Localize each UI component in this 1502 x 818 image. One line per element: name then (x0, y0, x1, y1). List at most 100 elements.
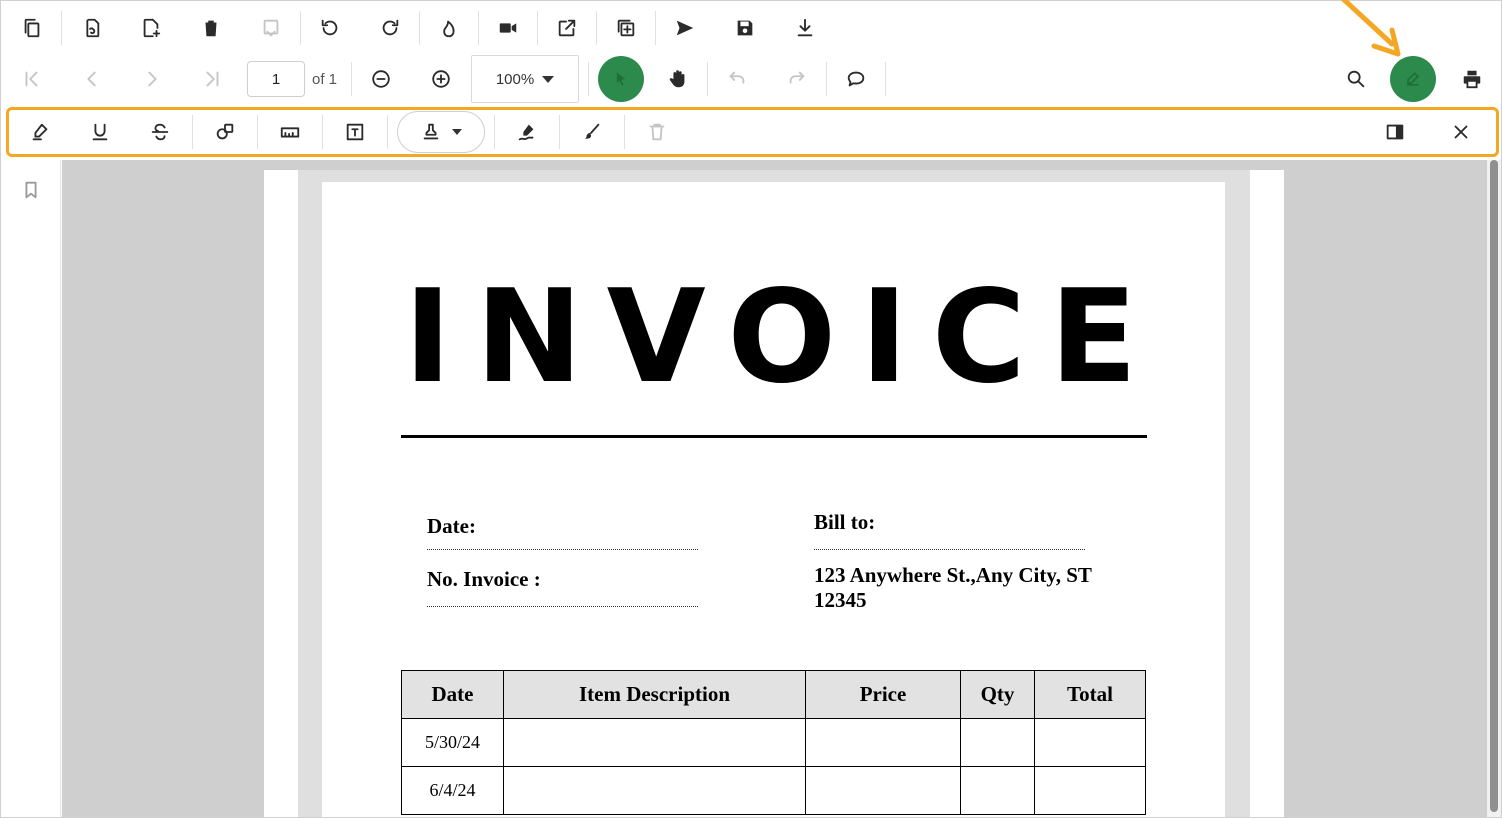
strikethrough-icon (151, 123, 169, 141)
bookmark-button[interactable] (13, 172, 49, 208)
current-page-input[interactable] (247, 61, 305, 97)
bill-to-label: Bill to: (814, 510, 876, 534)
invoice-number-line (427, 606, 698, 607)
annotation-panel-toggle[interactable] (1372, 112, 1418, 152)
flame-icon (443, 20, 455, 38)
last-page-icon (206, 71, 219, 87)
zoom-in-icon (432, 70, 450, 88)
trash-icon (204, 20, 218, 37)
rotate-left-button[interactable] (310, 8, 350, 48)
measure-button[interactable] (267, 112, 313, 152)
date-line (427, 549, 698, 550)
highlight-button[interactable] (17, 112, 63, 152)
underline-icon (92, 123, 108, 141)
shapes-button[interactable] (202, 112, 248, 152)
add-page-icon (143, 18, 161, 38)
insert-page-button[interactable] (131, 8, 171, 48)
table-cell (805, 718, 961, 767)
search-icon (1347, 70, 1365, 88)
underline-button[interactable] (77, 112, 123, 152)
invoice-title: INVOICE (403, 263, 1162, 412)
chevron-down-icon (452, 129, 462, 135)
edit-annotation-icon (1407, 71, 1420, 86)
address-line-1: 123 Anywhere St.,Any City, ST (814, 563, 1092, 587)
link-page-icon (86, 18, 100, 38)
chevron-right-icon (148, 71, 157, 87)
download-button[interactable] (785, 8, 825, 48)
send-button[interactable] (665, 8, 705, 48)
brush-icon (584, 123, 600, 139)
download-icon (797, 18, 813, 37)
last-page-button[interactable] (192, 59, 232, 99)
rotate-cw-icon (382, 19, 399, 36)
comment-button[interactable] (836, 59, 876, 99)
page-link-button[interactable] (71, 8, 111, 48)
table-cell (503, 766, 806, 815)
document-viewport[interactable]: INVOICE Date: No. Invoice : Bill to: 123… (62, 160, 1487, 817)
table-row: 6/4/24 (401, 766, 1146, 815)
copy-pages-button[interactable] (12, 8, 52, 48)
redo-icon (789, 71, 805, 84)
edit-annotation-button[interactable] (1390, 56, 1436, 102)
zoom-select[interactable]: 100% (471, 55, 580, 103)
free-text-button[interactable] (332, 112, 378, 152)
save-icon (737, 20, 753, 36)
annotation-toolbar (6, 107, 1499, 157)
zoom-in-button[interactable] (421, 59, 461, 99)
duplicate-button[interactable] (606, 8, 646, 48)
external-link-icon (558, 19, 576, 37)
shapes-icon (216, 123, 234, 140)
title-divider (401, 435, 1147, 438)
address-line-2: 12345 (814, 588, 867, 612)
close-icon (1454, 125, 1468, 139)
undo-button[interactable] (717, 59, 757, 99)
next-page-button[interactable] (132, 59, 172, 99)
bill-to-line (814, 549, 1085, 550)
redo-button[interactable] (777, 59, 817, 99)
ink-button[interactable] (569, 112, 615, 152)
stamp-dropdown[interactable] (397, 111, 485, 153)
delete-annotation-button[interactable] (634, 112, 680, 152)
open-external-button[interactable] (547, 8, 587, 48)
vertical-scrollbar[interactable] (1487, 160, 1501, 817)
highlighter-icon (32, 123, 48, 141)
strikethrough-button[interactable] (137, 112, 183, 152)
first-page-button[interactable] (12, 59, 52, 99)
invoice-table: Date Item Description Price Qty Total 5/… (401, 670, 1146, 815)
close-annotation-toolbar-button[interactable] (1438, 112, 1484, 152)
zoom-value: 100% (495, 70, 535, 88)
scrollbar-thumb[interactable] (1490, 160, 1498, 812)
zoom-out-button[interactable] (361, 59, 401, 99)
page-count-label: of 1 (312, 70, 338, 88)
delete-page-button[interactable] (191, 8, 231, 48)
comment-icon (847, 71, 865, 87)
side-panel-icon (1386, 124, 1404, 140)
extract-page-button[interactable] (251, 8, 291, 48)
rotate-ccw-icon (321, 19, 338, 36)
stamp-icon (423, 123, 439, 140)
flatten-button[interactable] (429, 8, 469, 48)
date-label: Date: (427, 514, 476, 538)
table-row: 5/30/24 (401, 718, 1146, 767)
previous-page-button[interactable] (72, 59, 112, 99)
rotate-right-button[interactable] (370, 8, 410, 48)
file-toolbar (0, 6, 1502, 50)
table-cell (1034, 766, 1146, 815)
save-button[interactable] (725, 8, 765, 48)
bookmark-icon (25, 181, 37, 199)
search-button[interactable] (1336, 59, 1376, 99)
table-header: Qty (960, 670, 1035, 719)
first-page-icon (25, 71, 38, 87)
table-cell (1034, 718, 1146, 767)
callout-arrow (1340, 0, 1401, 57)
cursor-icon (616, 72, 626, 86)
text-box-icon (346, 123, 364, 141)
signature-pen-icon (518, 124, 534, 141)
navigation-pane (1, 160, 61, 817)
signature-button[interactable] (504, 112, 550, 152)
record-button[interactable] (488, 8, 528, 48)
print-button[interactable] (1452, 59, 1492, 99)
text-select-tool-button[interactable] (598, 56, 645, 102)
trash-icon (649, 123, 665, 141)
pan-tool-button[interactable] (658, 59, 698, 99)
